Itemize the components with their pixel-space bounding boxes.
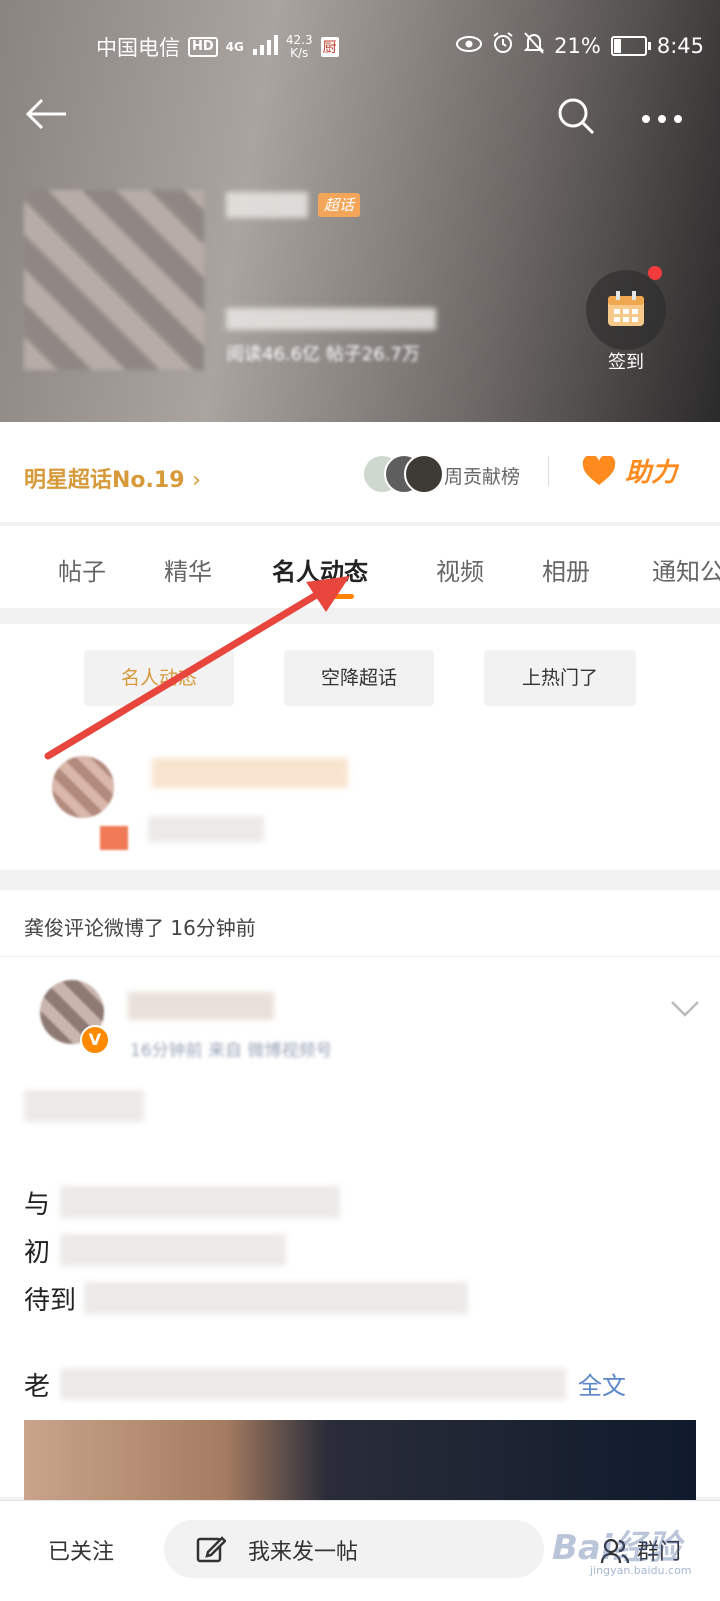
post-author-name	[128, 992, 274, 1020]
back-arrow-icon[interactable]	[24, 94, 68, 138]
rank-label: 明星超话No.19	[24, 468, 185, 493]
topic-subtitle	[226, 308, 436, 330]
alarm-icon	[492, 32, 514, 59]
post-text-line: 与	[24, 1190, 51, 1220]
topic-name	[226, 192, 308, 218]
expand-full-text-link[interactable]: 全文	[578, 1366, 626, 1401]
verified-v-icon: V	[80, 1025, 110, 1055]
battery-fill	[613, 38, 621, 53]
post-text-line: 待到	[24, 1286, 77, 1316]
post-text-blurred	[60, 1186, 340, 1218]
checkin-button[interactable]	[586, 270, 666, 350]
speed-value: 42.3	[285, 33, 313, 47]
post-text-line: 老	[24, 1372, 51, 1402]
super-topic-tag: 超话	[318, 193, 361, 217]
post-text-blurred	[60, 1234, 286, 1266]
battery-icon	[610, 35, 651, 56]
topic-rank-link[interactable]: 明星超话No.19 ›	[24, 462, 201, 494]
heart-icon	[582, 454, 625, 488]
post-meta: 16分钟前 来自 微博视频号	[130, 1041, 333, 1061]
network-label: 4G	[225, 40, 244, 54]
boost-button[interactable]: 助力	[582, 452, 677, 489]
boost-label: 助力	[625, 458, 678, 488]
tab-videos[interactable]: 视频	[436, 552, 484, 587]
checkin-label: 签到	[608, 352, 644, 373]
status-bar: 中国电信 HD 4G 42.3 K/s 厨 21% 8:45	[0, 0, 720, 86]
user-meta	[148, 816, 264, 842]
followed-button[interactable]: 已关注	[48, 1534, 114, 1566]
watermark-logo: Bai经验	[552, 1528, 681, 1568]
topic-stats: 阅读46.6亿 帖子26.7万	[226, 344, 420, 365]
speed-unit: K/s	[290, 46, 309, 60]
app-notification-icon: 厨	[320, 37, 339, 57]
topic-avatar	[24, 190, 204, 370]
chevron-right-icon: ›	[192, 468, 201, 493]
hd-icon: HD	[188, 37, 218, 57]
clock: 8:45	[656, 33, 704, 58]
tab-notices[interactable]: 通知公	[652, 552, 720, 587]
search-icon[interactable]	[556, 96, 596, 140]
chevron-down-icon[interactable]	[670, 992, 700, 1025]
divider	[548, 456, 549, 486]
verified-badge	[100, 826, 128, 850]
annotation-arrow	[44, 576, 350, 760]
filter-trending[interactable]: 上热门了	[484, 650, 636, 706]
carrier-label: 中国电信	[96, 36, 180, 60]
mute-bell-icon	[523, 32, 545, 59]
post-text-line: 初	[24, 1238, 51, 1268]
weekly-contribution-link[interactable]: 周贡献榜	[444, 462, 520, 489]
contributor-avatar	[404, 454, 444, 494]
signal-icon	[252, 34, 278, 60]
battery-percent: 21%	[554, 33, 601, 58]
net-speed: 42.3 K/s	[286, 34, 313, 60]
eye-icon	[456, 34, 483, 58]
watermark-url: jingyan.baidu.com	[590, 1564, 692, 1577]
more-icon[interactable]	[640, 110, 684, 129]
tab-albums[interactable]: 相册	[542, 552, 590, 587]
calendar-icon	[606, 290, 646, 332]
activity-notice-text: 龚俊评论微博了 16分钟前	[24, 916, 256, 940]
post-text-blurred	[24, 1090, 144, 1122]
compose-label: 我来发一帖	[248, 1540, 359, 1565]
unread-dot	[648, 266, 662, 280]
post-text-blurred	[60, 1368, 566, 1400]
post-image[interactable]	[24, 1420, 696, 1500]
edit-icon	[196, 1534, 227, 1568]
post-text-blurred	[84, 1282, 468, 1314]
